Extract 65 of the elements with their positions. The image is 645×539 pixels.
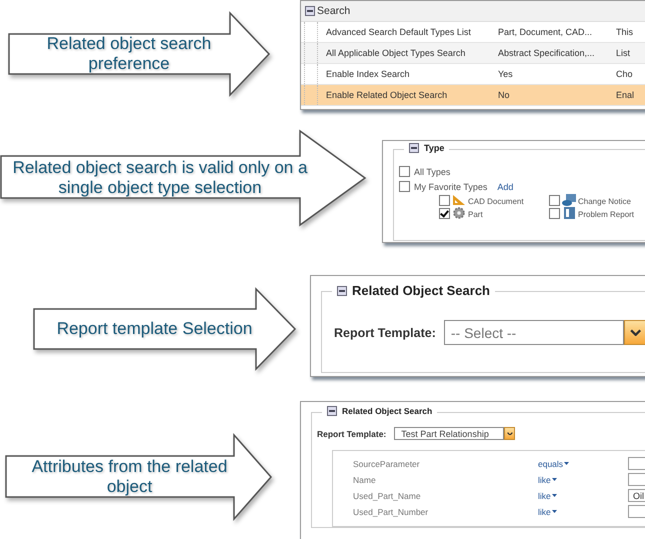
tree-group-row[interactable]: Search — [301, 1, 645, 22]
chevron-down-icon — [630, 328, 642, 336]
preference-description: This — [616, 27, 634, 37]
operator-menu[interactable]: like — [538, 506, 628, 516]
preference-description: List — [616, 48, 630, 58]
preference-description: Cho — [616, 69, 633, 79]
preference-description: Enal — [616, 90, 634, 100]
operator-menu[interactable]: equals — [538, 458, 628, 468]
option-label: All Types — [414, 166, 450, 176]
attribute-name: SourceParameter — [353, 458, 421, 468]
preference-value: Yes — [498, 69, 514, 79]
dropdown-button[interactable] — [624, 320, 645, 345]
callout-text: Related object search is valid only on a single object type selection — [12, 158, 308, 198]
type-label: CAD Document — [468, 197, 524, 206]
field-label: Report Template: — [334, 326, 436, 340]
type-label: Part — [468, 210, 483, 219]
preference-name: Advanced Search Default Types List — [326, 27, 472, 37]
section-title: Type — [424, 143, 444, 153]
checkbox[interactable] — [549, 195, 560, 206]
group-label: Search — [317, 5, 350, 17]
operator-menu[interactable]: like — [538, 474, 628, 484]
add-link[interactable]: Add — [497, 182, 514, 192]
dropdown-button[interactable] — [504, 427, 516, 440]
attribute-name: Used_Part_Name — [353, 490, 422, 500]
callout-text: Related object search preference — [46, 34, 212, 74]
checkbox[interactable] — [439, 195, 450, 206]
caret-icon — [552, 494, 557, 497]
report-template-select[interactable]: Test Part Relationship — [394, 427, 504, 440]
callout-text: Attributes from the related object — [30, 457, 228, 497]
preference-row[interactable]: Enable Related Object Search No Enal — [301, 85, 645, 106]
type-label: Change Notice — [578, 197, 631, 206]
preference-row[interactable]: All Applicable Object Types Search Abstract Specification,... List — [301, 43, 645, 64]
preference-value: Part, Document, CAD... — [498, 27, 594, 37]
caret-icon — [552, 510, 557, 513]
chevron-down-icon — [506, 432, 513, 436]
preference-name: All Applicable Object Types Search — [326, 48, 466, 58]
attribute-name: Name — [353, 474, 377, 484]
checkbox[interactable] — [439, 208, 450, 219]
callout-text: Report template Selection — [56, 319, 254, 339]
preference-name: Enable Related Object Search — [326, 90, 448, 100]
collapse-icon — [305, 6, 315, 16]
preference-value: No — [498, 90, 511, 100]
field-label: Report Template: — [317, 428, 386, 438]
document-icon — [562, 207, 576, 219]
section-title: Related Object Search — [342, 406, 432, 416]
operator-menu[interactable]: like — [538, 490, 628, 500]
collapse-icon — [327, 406, 337, 416]
attribute-name: Used_Part_Number — [353, 506, 430, 516]
checkbox[interactable] — [399, 181, 410, 192]
value-field[interactable]: Oil — [628, 489, 645, 502]
collapse-icon — [337, 286, 347, 296]
option-label: My Favorite Types — [414, 182, 488, 192]
caret-icon — [552, 478, 557, 481]
collapse-icon — [409, 143, 419, 153]
checkbox[interactable] — [549, 208, 560, 219]
report-template-select[interactable]: -- Select -- — [444, 320, 624, 345]
gear-icon — [452, 207, 466, 219]
stack-icon — [562, 194, 576, 206]
checkbox[interactable] — [399, 166, 410, 177]
triangle-ruler-icon — [452, 194, 466, 206]
caret-icon — [564, 462, 570, 465]
preference-name: Enable Index Search — [326, 69, 411, 79]
preference-value: Abstract Specification,... — [498, 48, 596, 58]
type-label: Problem Report — [578, 210, 634, 219]
section-title: Related Object Search — [352, 283, 490, 298]
